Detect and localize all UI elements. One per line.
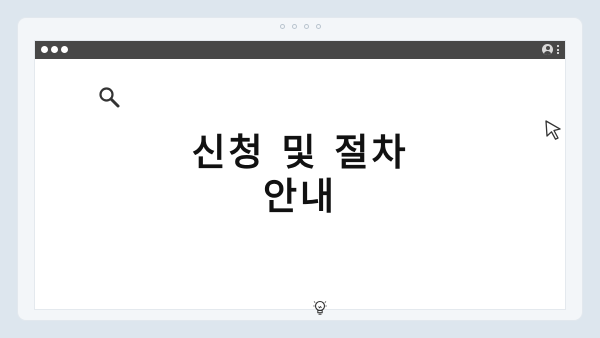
- indicator-dot: [291, 24, 297, 29]
- headline-line-2: 안내: [262, 175, 338, 218]
- browser-window: 신청 및 절차 안내: [35, 41, 565, 315]
- window-minimize-button[interactable]: [51, 46, 58, 53]
- indicator-dot: [279, 24, 285, 29]
- kebab-menu-icon[interactable]: [557, 45, 559, 54]
- headline-line-1: 신청 및 절차: [191, 131, 409, 174]
- device-frame: 신청 및 절차 안내: [18, 18, 582, 320]
- titlebar-actions: [542, 44, 559, 55]
- profile-icon[interactable]: [542, 44, 553, 55]
- indicator-dot: [303, 24, 309, 29]
- frame-indicator-dots: [18, 24, 582, 29]
- page-headline: 신청 및 절차 안내: [35, 131, 565, 219]
- window-close-button[interactable]: [41, 46, 48, 53]
- indicator-dot: [315, 24, 321, 29]
- lightbulb-icon: [313, 300, 327, 315]
- window-titlebar: [35, 41, 565, 59]
- window-maximize-button[interactable]: [61, 46, 68, 53]
- window-controls: [41, 46, 68, 53]
- search-icon: [99, 87, 120, 108]
